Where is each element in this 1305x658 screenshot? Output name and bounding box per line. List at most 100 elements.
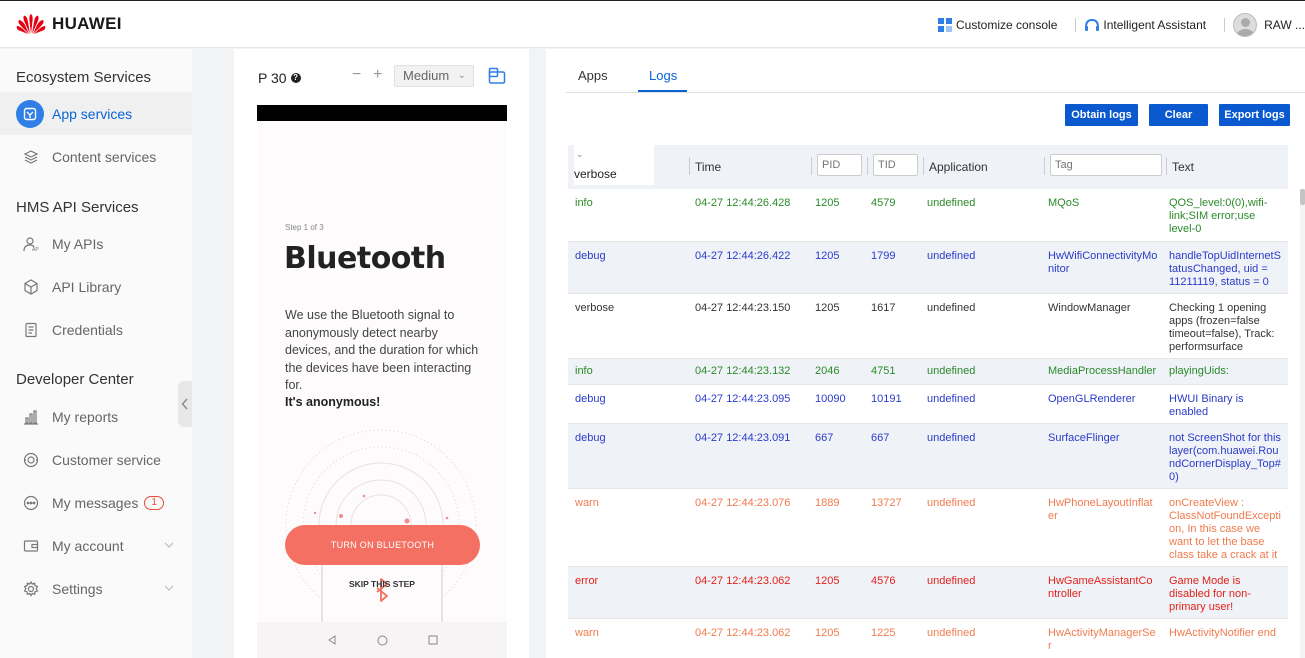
avatar: [1233, 13, 1258, 37]
sidebar-item-label: Settings: [52, 580, 103, 597]
log-level: debug: [575, 393, 606, 405]
log-table-header: ⌄ verbose Time Application Text: [568, 145, 1288, 189]
tid-filter-input[interactable]: [873, 154, 918, 176]
level-filter-select[interactable]: ⌄ verbose: [574, 145, 654, 185]
log-tag: HwPhoneLayoutInflater: [1048, 497, 1153, 522]
log-tid: 1799: [871, 250, 896, 262]
huawei-logo[interactable]: HUAWEI: [16, 13, 122, 35]
sidebar-item-my-apis[interactable]: API My APIs: [0, 222, 192, 265]
user-menu[interactable]: RAW ...: [1233, 13, 1305, 37]
sidebar-item-customer-service[interactable]: Customer service: [0, 438, 192, 481]
column-divider: [689, 157, 690, 175]
app-services-icon: [16, 99, 44, 128]
log-tag: OpenGLRenderer: [1048, 393, 1136, 405]
pid-filter-input[interactable]: [817, 154, 862, 176]
log-time: 04-27 12:44:23.132: [695, 365, 791, 377]
log-tag: MQoS: [1048, 197, 1080, 209]
tab-apps[interactable]: Apps: [578, 68, 608, 83]
tag-filter-input[interactable]: [1050, 154, 1162, 176]
log-text: HwActivityNotifier end: [1169, 627, 1276, 639]
log-pid: 1889: [815, 497, 840, 509]
tab-logs[interactable]: Logs: [649, 68, 677, 83]
table-row[interactable]: info 04-27 12:44:26.428 1205 4579 undefi…: [568, 189, 1288, 242]
zoom-in-button[interactable]: +: [373, 66, 382, 84]
screen-description: We use the Bluetooth signal to anonymous…: [285, 308, 479, 392]
log-level: info: [575, 365, 593, 377]
back-icon[interactable]: [327, 635, 337, 645]
table-row[interactable]: warn 04-27 12:44:23.062 1205 1225 undefi…: [568, 619, 1288, 658]
column-header-text: Text: [1172, 160, 1195, 174]
sidebar-item-my-reports[interactable]: My reports: [0, 395, 192, 438]
log-application: undefined: [927, 302, 976, 314]
grid-icon: [937, 18, 952, 32]
export-logs-button[interactable]: Export logs: [1219, 104, 1290, 126]
chevron-down-icon: [164, 542, 174, 548]
log-level: debug: [575, 250, 606, 262]
table-row[interactable]: error 04-27 12:44:23.062 1205 4576 undef…: [568, 567, 1288, 619]
log-application: undefined: [927, 197, 976, 209]
rotate-screen-icon[interactable]: [488, 67, 506, 85]
sidebar-item-content-services[interactable]: Content services: [0, 135, 192, 178]
zoom-out-button[interactable]: −: [352, 66, 361, 84]
table-row[interactable]: warn 04-27 12:44:23.076 1889 13727 undef…: [568, 489, 1288, 567]
log-text: Game Mode is disabled for non-primary us…: [1169, 575, 1251, 613]
chevron-down-icon: ⌄: [457, 70, 466, 81]
log-text: Checking 1 opening apps (frozen=false ti…: [1169, 302, 1275, 353]
panel-tabs: Apps Logs: [566, 49, 1305, 93]
log-time: 04-27 12:44:23.150: [695, 302, 791, 314]
obtain-logs-button[interactable]: Obtain logs: [1065, 104, 1138, 126]
sidebar-item-api-library[interactable]: API Library: [0, 265, 192, 308]
column-header-application: Application: [929, 160, 988, 174]
customize-console-link[interactable]: Customize console: [937, 18, 1057, 32]
log-application: undefined: [927, 627, 976, 639]
sidebar-item-app-services[interactable]: App services: [0, 92, 192, 135]
log-tid: 13727: [871, 497, 902, 509]
sidebar-collapse-toggle[interactable]: [178, 381, 192, 427]
log-time: 04-27 12:44:26.428: [695, 197, 791, 209]
clear-logs-button[interactable]: Clear: [1149, 104, 1208, 126]
log-pid: 1205: [815, 302, 840, 314]
column-divider: [923, 157, 924, 175]
log-level: error: [575, 575, 599, 587]
column-divider: [1166, 157, 1167, 175]
table-row[interactable]: verbose 04-27 12:44:23.150 1205 1617 und…: [568, 294, 1288, 359]
help-icon[interactable]: ?: [290, 73, 301, 83]
level-filter-value: verbose: [574, 167, 617, 181]
device-screen[interactable]: Step 1 of 3 Bluetooth We use the Bluetoo…: [257, 105, 507, 658]
recents-icon[interactable]: [428, 635, 438, 645]
log-pid: 1205: [815, 575, 840, 587]
unread-badge: 1: [144, 495, 164, 510]
table-row[interactable]: debug 04-27 12:44:26.422 1205 1799 undef…: [568, 242, 1288, 294]
table-row[interactable]: info 04-27 12:44:23.132 2046 4751 undefi…: [568, 359, 1288, 385]
log-tag: WindowManager: [1048, 302, 1131, 314]
scrollbar-thumb[interactable]: [1300, 189, 1305, 205]
table-row[interactable]: debug 04-27 12:44:23.091 667 667 undefin…: [568, 424, 1288, 489]
sidebar-item-my-account[interactable]: My account: [0, 524, 192, 567]
device-preview-panel: P 30 ? − + Medium ⌄ Step 1 of 3 Bluetoot…: [234, 49, 529, 658]
log-time: 04-27 12:44:23.095: [695, 393, 791, 405]
log-table-scrollbar[interactable]: [1300, 189, 1305, 658]
chevron-down-icon: [164, 585, 174, 591]
home-icon[interactable]: [377, 635, 388, 646]
log-tid: 10191: [871, 393, 902, 405]
sidebar-item-settings[interactable]: Settings: [0, 567, 192, 610]
log-application: undefined: [927, 365, 976, 377]
skip-step-link[interactable]: SKIP THIS STEP: [257, 579, 507, 589]
wallet-icon: [22, 537, 40, 555]
logs-panel: Apps Logs Obtain logs Clear Export logs …: [546, 49, 1305, 658]
huawei-flower-icon: [16, 14, 46, 34]
log-text: QOS_level:0(0),wifi-link;SIM error;use l…: [1169, 197, 1268, 235]
log-tag: HwWifiConnectivityMonitor: [1048, 250, 1158, 275]
step-indicator: Step 1 of 3: [285, 223, 324, 232]
table-row[interactable]: debug 04-27 12:44:23.095 10090 10191 und…: [568, 385, 1288, 424]
column-divider: [811, 157, 812, 175]
log-time: 04-27 12:44:23.076: [695, 497, 791, 509]
user-name: RAW ...: [1264, 18, 1305, 32]
log-application: undefined: [927, 432, 976, 444]
intelligent-assistant-link[interactable]: Intelligent Assistant: [1084, 18, 1206, 32]
zoom-select[interactable]: Medium ⌄: [394, 65, 474, 87]
turn-on-bluetooth-button[interactable]: TURN ON BLUETOOTH: [285, 525, 480, 565]
sidebar-item-my-messages[interactable]: My messages 1: [0, 481, 192, 524]
log-tag: SurfaceFlinger: [1048, 432, 1120, 444]
sidebar-item-credentials[interactable]: Credentials: [0, 308, 192, 351]
